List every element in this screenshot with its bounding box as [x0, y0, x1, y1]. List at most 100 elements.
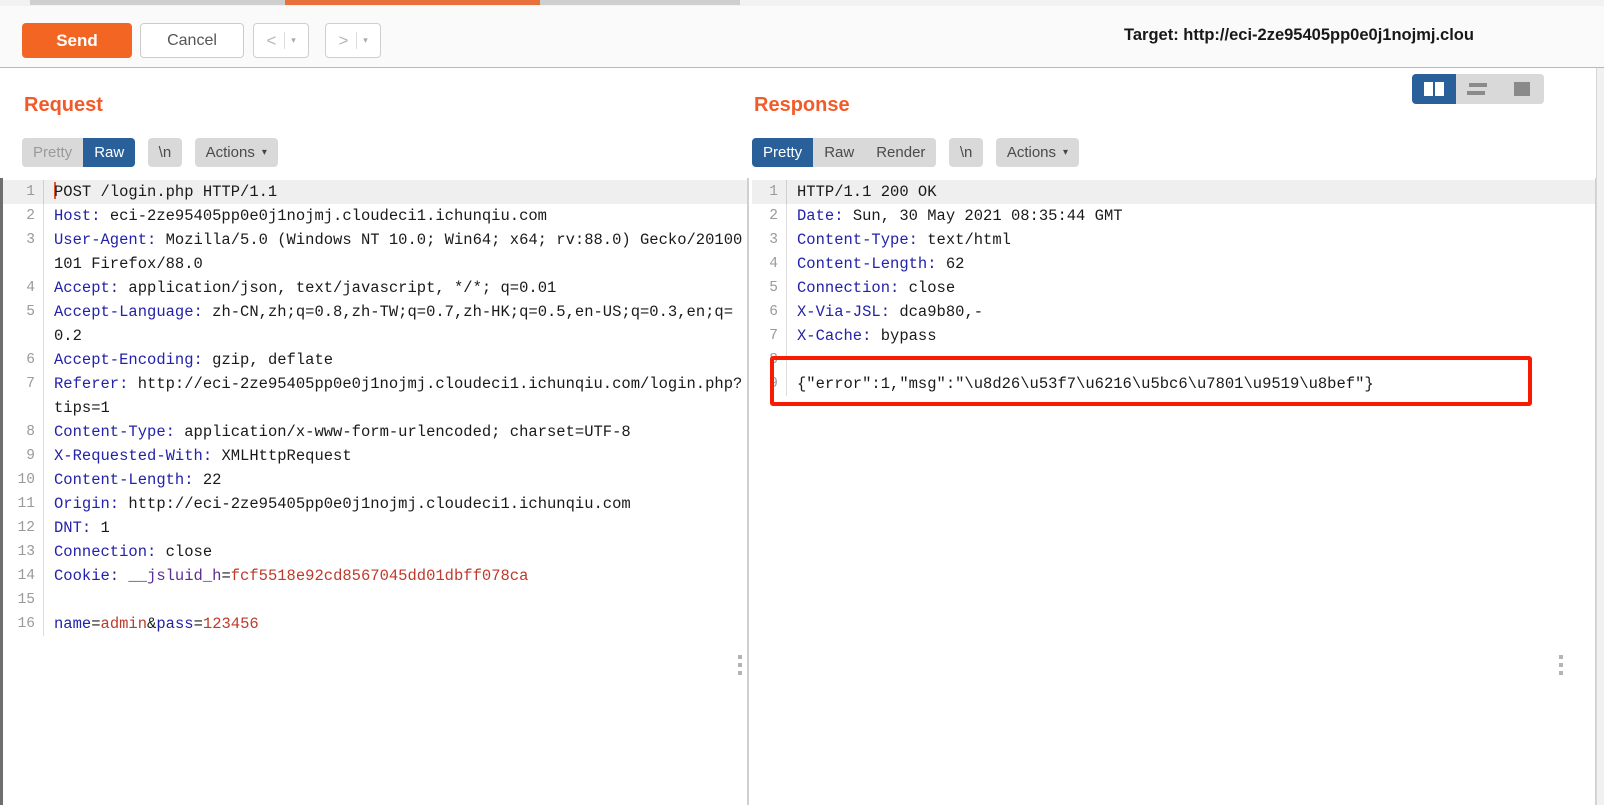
right-scroll-rail[interactable] [1596, 68, 1604, 805]
code-line: 16 name=admin&pass=123456 [3, 612, 747, 636]
request-actions-menu[interactable]: Actions ▾ [194, 138, 278, 167]
response-actions-menu[interactable]: Actions ▾ [995, 138, 1080, 167]
code-line: 10 Content-Length: 22 [3, 468, 747, 492]
chevron-down-icon: ▾ [261, 147, 267, 158]
tab-request-pretty[interactable]: Pretty [22, 138, 84, 167]
code-text[interactable]: Accept-Encoding: gzip, deflate [43, 348, 747, 372]
line-number: 9 [26, 448, 35, 464]
code-text[interactable]: User-Agent: Mozilla/5.0 (Windows NT 10.0… [43, 228, 747, 276]
code-segment: & [147, 615, 157, 633]
code-text[interactable]: POST /login.php HTTP/1.1 [43, 180, 747, 204]
panel-resize-handle[interactable] [735, 655, 745, 675]
tab-response-render[interactable]: Render [865, 138, 937, 167]
code-text[interactable]: Origin: http://eci-2ze95405pp0e0j1nojmj.… [43, 492, 747, 516]
code-text[interactable]: X-Cache: bypass [786, 324, 1595, 348]
code-segment: = [193, 615, 203, 633]
code-segment: Accept-Encoding: [54, 351, 213, 369]
code-text[interactable]: Host: eci-2ze95405pp0e0j1nojmj.cloudeci1… [43, 204, 747, 228]
response-editor[interactable]: 1 HTTP/1.1 200 OK 2 Date: Sun, 30 May 2021 … [752, 178, 1596, 805]
code-text[interactable]: Accept: application/json, text/javascrip… [43, 276, 747, 300]
layout-side-by-side-button[interactable] [1412, 74, 1456, 104]
target-url-label: Target: http://eci-2ze95405pp0e0j1nojmj.… [1124, 26, 1474, 44]
panel-divider[interactable] [748, 178, 749, 805]
code-segment: Content-Type: [797, 231, 928, 249]
layout-single-pane-button[interactable] [1500, 74, 1544, 104]
response-newline-toggle-group: \n [948, 138, 984, 167]
code-segment: 22 [202, 471, 222, 489]
code-segment: name [54, 615, 92, 633]
line-number: 1 [769, 184, 778, 200]
request-code-lines: 1 POST /login.php HTTP/1.1 2 Host: eci-2ze9… [3, 178, 747, 805]
code-text[interactable]: name=admin&pass=123456 [43, 612, 747, 636]
line-number: 6 [769, 304, 778, 320]
code-line: 15 [3, 588, 747, 612]
code-text[interactable]: {"error":1,"msg":"\u8d26\u53f7\u6216\u5b… [786, 372, 1595, 396]
tab-response-raw[interactable]: Raw [813, 138, 866, 167]
code-segment: Connection: [54, 543, 166, 561]
code-line: 4 Accept: application/json, text/javascri… [3, 276, 747, 300]
layout-stacked-button[interactable] [1456, 74, 1500, 104]
next-request-button[interactable]: > ▾ [325, 23, 381, 58]
active-tab-indicator[interactable] [285, 0, 540, 5]
code-text[interactable]: Date: Sun, 30 May 2021 08:35:44 GMT [786, 204, 1595, 228]
code-line: 1 HTTP/1.1 200 OK [752, 180, 1595, 204]
code-text[interactable]: X-Requested-With: XMLHttpRequest [43, 444, 747, 468]
code-segment: Referer: [54, 375, 138, 393]
code-segment: Accept: [54, 279, 129, 297]
code-text[interactable]: Connection: close [43, 540, 747, 564]
code-text[interactable]: HTTP/1.1 200 OK [786, 180, 1595, 204]
stacked-layout-icon [1467, 83, 1487, 95]
line-number: 5 [769, 280, 778, 296]
request-editor[interactable]: 1 POST /login.php HTTP/1.1 2 Host: eci-2ze9… [0, 178, 748, 805]
tab-response-newline[interactable]: \n [948, 138, 984, 167]
tab-request-raw[interactable]: Raw [83, 138, 136, 167]
code-text[interactable]: X-Via-JSL: dca9b80,- [786, 300, 1595, 324]
code-segment: User-Agent: [54, 231, 166, 249]
code-segment: {"error":1,"msg":"\u8d26\u53f7\u6216\u5b… [797, 375, 1374, 393]
code-segment: Date: [797, 207, 853, 225]
code-segment: X-Via-JSL: [797, 303, 900, 321]
burp-repeater-window: Send Cancel < ▾ > ▾ Target: http://eci-2… [0, 0, 1604, 805]
code-text[interactable]: Referer: http://eci-2ze95405pp0e0j1nojmj… [43, 372, 747, 420]
code-text[interactable]: Content-Type: text/html [786, 228, 1595, 252]
repeater-toolbar: Send Cancel < ▾ > ▾ Target: http://eci-2… [0, 6, 1604, 68]
code-text[interactable] [786, 348, 1595, 372]
code-text[interactable]: Cookie: __jsluid_h=fcf5518e92cd8567045dd… [43, 564, 747, 588]
code-segment: Sun, 30 May 2021 08:35:44 GMT [852, 207, 1123, 225]
code-segment: Origin: [54, 495, 129, 513]
request-newline-toggle-group: \n [147, 138, 183, 167]
code-segment: XMLHttpRequest [221, 447, 352, 465]
code-segment: Cookie: [54, 567, 129, 585]
send-button[interactable]: Send [22, 23, 132, 58]
code-text[interactable]: DNT: 1 [43, 516, 747, 540]
request-format-tabs: Pretty Raw [22, 138, 136, 167]
tab-request-newline[interactable]: \n [147, 138, 183, 167]
cancel-button[interactable]: Cancel [140, 23, 244, 58]
code-segment: POST /login.php HTTP/1.1 [54, 183, 278, 201]
code-line: 8 Content-Type: application/x-www-form-ur… [3, 420, 747, 444]
code-text[interactable]: Connection: close [786, 276, 1595, 300]
tab-response-pretty[interactable]: Pretty [752, 138, 814, 167]
code-text[interactable]: Content-Length: 62 [786, 252, 1595, 276]
code-line: 8 [752, 348, 1595, 372]
code-line: 7 X-Cache: bypass [752, 324, 1595, 348]
code-line: 7 Referer: http://eci-2ze95405pp0e0j1nojm… [3, 372, 747, 420]
code-text[interactable]: Content-Length: 22 [43, 468, 747, 492]
code-segment: Accept-Language: [54, 303, 213, 321]
code-segment: Host: [54, 207, 110, 225]
code-text[interactable] [43, 588, 747, 612]
code-text[interactable]: Accept-Language: zh-CN,zh;q=0.8,zh-TW;q=… [43, 300, 747, 348]
line-number: 7 [769, 328, 778, 344]
code-text[interactable]: Content-Type: application/x-www-form-url… [43, 420, 747, 444]
previous-request-button[interactable]: < ▾ [253, 23, 309, 58]
code-segment: close [908, 279, 956, 297]
request-actions-label: Actions [205, 144, 255, 161]
code-line: 3 Content-Type: text/html [752, 228, 1595, 252]
response-view-tabs: Pretty Raw Render \n Actions ▾ [752, 138, 1080, 167]
request-view-tabs: Pretty Raw \n Actions ▾ [22, 138, 278, 167]
chevron-right-icon: > [338, 31, 349, 50]
right-resize-handle[interactable] [1556, 655, 1566, 675]
line-number: 8 [769, 352, 778, 368]
response-format-tabs: Pretty Raw Render [752, 138, 937, 167]
line-number: 4 [26, 280, 35, 296]
